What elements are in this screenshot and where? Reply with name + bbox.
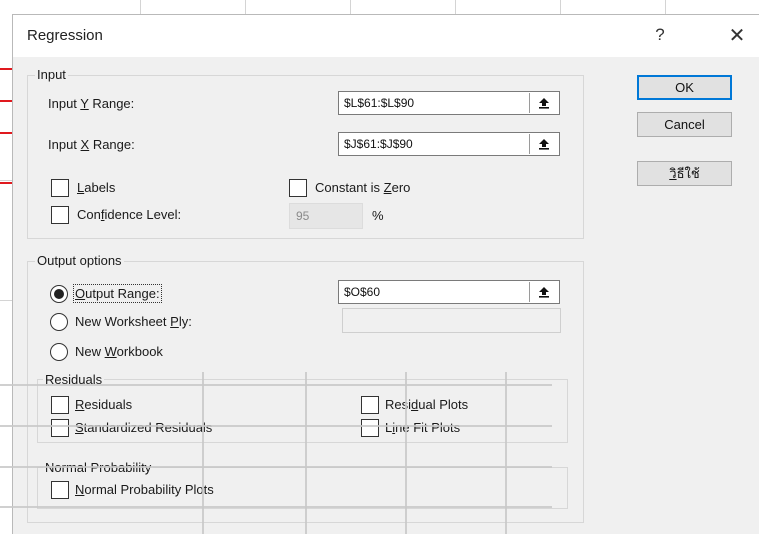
- input-x-range-field[interactable]: $J$61:$J$90: [338, 132, 560, 156]
- ok-button[interactable]: OK: [637, 75, 732, 100]
- regression-dialog: Regression ? ✕ Input Input Y Range: $L$6…: [12, 14, 759, 534]
- input-legend: Input: [35, 67, 68, 82]
- standardized-residuals-checkbox[interactable]: [51, 419, 69, 437]
- output-range-radio[interactable]: [50, 285, 68, 303]
- output-range-field[interactable]: $O$60: [338, 280, 560, 304]
- new-workbook-radio[interactable]: [50, 343, 68, 361]
- cancel-button[interactable]: Cancel: [637, 112, 732, 137]
- collapse-range-icon[interactable]: [529, 134, 558, 154]
- gridline: [245, 0, 246, 14]
- new-worksheet-ply-label: New Worksheet Ply:: [75, 314, 192, 329]
- input-y-range-label: Input Y Range:: [48, 96, 135, 111]
- input-x-range-value: $J$61:$J$90: [344, 137, 413, 151]
- gridline: [560, 0, 561, 14]
- input-y-range-field[interactable]: $L$61:$L$90: [338, 91, 560, 115]
- gridline: [0, 300, 12, 301]
- percent-label: %: [372, 208, 384, 223]
- normal-probability-plots-checkbox[interactable]: [51, 481, 69, 499]
- normal-probability-plots-label: Normal Probability Plots: [75, 482, 214, 497]
- help-button[interactable]: วิธีใช้: [637, 161, 732, 186]
- residual-plots-label: Residual Plots: [385, 397, 469, 412]
- output-options-legend: Output options: [35, 253, 124, 268]
- collapse-range-icon[interactable]: [529, 93, 558, 113]
- confidence-level-input[interactable]: 95: [289, 203, 363, 229]
- gridline-overlay: [0, 506, 552, 508]
- new-worksheet-ply-radio[interactable]: [50, 313, 68, 331]
- dialog-title: Regression: [27, 27, 103, 44]
- residuals-checkbox[interactable]: [51, 396, 69, 414]
- gridline: [665, 0, 666, 14]
- gridline: [140, 0, 141, 14]
- gridline-overlay: [0, 425, 552, 427]
- residuals-label: Residuals: [75, 397, 133, 412]
- output-range-label: Output Range:: [73, 284, 162, 303]
- confidence-level-value: 95: [296, 209, 310, 223]
- gridline: [455, 0, 456, 14]
- gridline-overlay: [0, 384, 552, 386]
- close-icon[interactable]: ✕: [720, 21, 754, 49]
- input-x-range-label: Input X Range:: [48, 137, 135, 152]
- confidence-level-checkbox[interactable]: [51, 206, 69, 224]
- gridline-overlay: [505, 372, 507, 534]
- input-y-range-value: $L$61:$L$90: [344, 96, 415, 110]
- line-fit-plots-label: Line Fit Plots: [385, 420, 461, 435]
- gridline-overlay: [305, 372, 307, 534]
- constant-zero-label: Constant is Zero: [315, 180, 411, 195]
- new-worksheet-ply-field[interactable]: [342, 308, 561, 333]
- help-icon[interactable]: ?: [643, 21, 677, 49]
- gridline-overlay: [0, 466, 552, 468]
- confidence-level-label: Confidence Level:: [77, 207, 182, 222]
- gridline: [350, 0, 351, 14]
- gridline-overlay: [202, 372, 204, 534]
- output-range-value: $O$60: [344, 285, 381, 299]
- new-workbook-label: New Workbook: [75, 344, 163, 359]
- gridline-overlay: [405, 372, 407, 534]
- labels-checkbox[interactable]: [51, 179, 69, 197]
- standardized-residuals-label: Standardized Residuals: [75, 420, 213, 435]
- collapse-range-icon[interactable]: [529, 282, 558, 302]
- labels-label: Labels: [77, 180, 116, 195]
- residual-plots-checkbox[interactable]: [361, 396, 379, 414]
- constant-zero-checkbox[interactable]: [289, 179, 307, 197]
- line-fit-plots-checkbox[interactable]: [361, 419, 379, 437]
- title-bar: Regression ? ✕: [13, 15, 759, 57]
